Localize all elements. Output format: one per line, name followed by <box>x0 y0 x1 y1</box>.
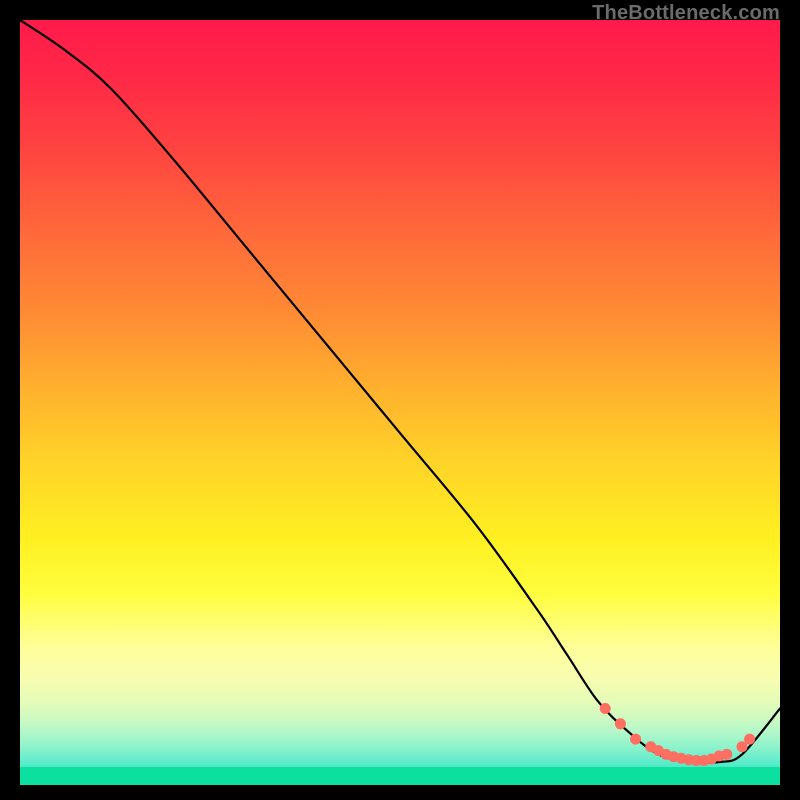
plot-svg <box>20 20 780 785</box>
marker-dot <box>744 734 755 745</box>
marker-dot <box>600 703 611 714</box>
marker-dot <box>721 749 732 760</box>
green-baseline <box>20 767 780 785</box>
plot-area <box>20 20 780 785</box>
curve-line <box>20 20 780 763</box>
marker-dot <box>615 718 626 729</box>
marker-group <box>600 703 755 766</box>
marker-dot <box>630 734 641 745</box>
chart-stage: TheBottleneck.com <box>0 0 800 800</box>
